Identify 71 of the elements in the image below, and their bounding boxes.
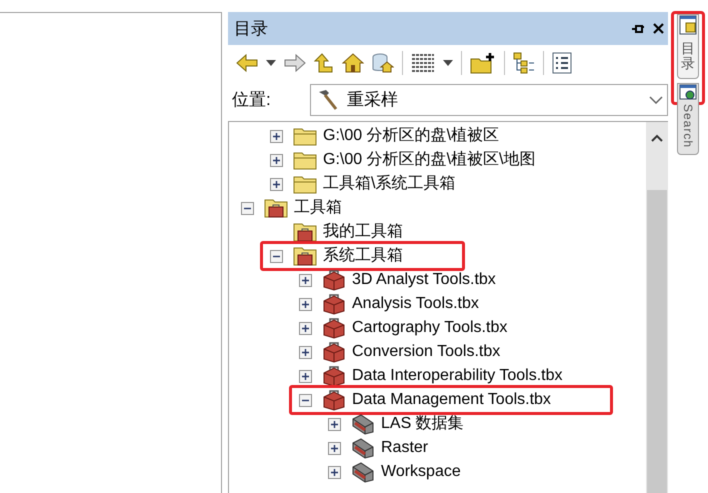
- pin-icon[interactable]: [631, 22, 645, 34]
- tree-item[interactable]: 工具箱\系统工具箱: [323, 172, 456, 196]
- tree-item[interactable]: Workspace: [381, 460, 461, 484]
- database-home-icon[interactable]: [372, 53, 394, 73]
- back-arrow-icon[interactable]: [236, 54, 258, 72]
- caret-icon[interactable]: [266, 60, 276, 66]
- location-combo[interactable]: 重采样: [310, 84, 668, 116]
- home-icon[interactable]: [342, 53, 364, 73]
- scroll-thumb[interactable]: [647, 190, 667, 493]
- details-list-icon[interactable]: [552, 52, 572, 74]
- tree-view-icon[interactable]: [513, 52, 535, 74]
- tree-item[interactable]: Data Management Tools.tbx: [352, 388, 551, 412]
- side-tab-label: Search: [680, 104, 696, 148]
- tree-item[interactable]: G:\00 分析区的盘\植被区\地图: [323, 148, 536, 172]
- toolbox-icon: [322, 365, 346, 387]
- tree-item[interactable]: 我的工具箱: [323, 220, 403, 244]
- folder-add-icon[interactable]: [470, 52, 496, 74]
- side-tab[interactable]: Search: [677, 82, 699, 155]
- tree-item[interactable]: LAS 数据集: [381, 412, 464, 436]
- expand-icon[interactable]: [270, 154, 283, 166]
- panel-title: 目录: [234, 18, 268, 40]
- toolbox-folder-icon: [264, 198, 288, 218]
- catalog-icon: [679, 15, 697, 35]
- folder-icon: [293, 126, 317, 146]
- toolbox-icon: [322, 293, 346, 315]
- toolset-icon: [351, 437, 375, 459]
- caret-icon[interactable]: [443, 60, 453, 66]
- expand-icon[interactable]: [299, 298, 312, 310]
- side-tab-label: 目录: [681, 41, 695, 72]
- expand-icon[interactable]: [299, 346, 312, 358]
- tree-item[interactable]: Data Interoperability Tools.tbx: [352, 364, 562, 388]
- toolbox-icon: [322, 317, 346, 339]
- collapse-icon[interactable]: [270, 250, 283, 262]
- toolset-icon: [351, 413, 375, 435]
- toolbox-icon: [322, 269, 346, 291]
- collapse-icon[interactable]: [241, 202, 254, 214]
- expand-icon[interactable]: [328, 442, 341, 454]
- tree-item[interactable]: 3D Analyst Tools.tbx: [352, 268, 496, 292]
- location-label: 位置:: [232, 89, 272, 112]
- expand-icon[interactable]: [270, 178, 283, 190]
- scroll-up-icon[interactable]: [651, 134, 663, 142]
- expand-icon[interactable]: [270, 130, 283, 142]
- expand-icon[interactable]: [299, 322, 312, 334]
- location-value: 重采样: [347, 89, 399, 112]
- toolbox-icon: [322, 341, 346, 363]
- folder-icon: [293, 150, 317, 170]
- toolbox-icon: [322, 389, 346, 411]
- toolbox-folder-icon: [293, 246, 317, 266]
- scrollbar[interactable]: [646, 122, 668, 493]
- expand-icon[interactable]: [299, 370, 312, 382]
- tree-item[interactable]: 工具箱: [294, 196, 342, 220]
- expand-icon[interactable]: [328, 418, 341, 430]
- expand-icon[interactable]: [328, 466, 341, 478]
- grid-view-icon[interactable]: [411, 53, 435, 73]
- collapse-icon[interactable]: [299, 394, 312, 406]
- forward-arrow-icon[interactable]: [284, 54, 306, 72]
- tree-item[interactable]: Conversion Tools.tbx: [352, 340, 500, 364]
- globe-icon: [679, 84, 697, 100]
- toolbox-folder-icon: [293, 222, 317, 242]
- tree-item[interactable]: G:\00 分析区的盘\植被区: [323, 124, 500, 148]
- expand-icon[interactable]: [299, 274, 312, 286]
- side-tab[interactable]: 目录: [677, 14, 699, 79]
- tree-item[interactable]: Analysis Tools.tbx: [352, 292, 479, 316]
- tree-item[interactable]: 系统工具箱: [323, 244, 403, 268]
- up-arrow-icon[interactable]: [314, 53, 334, 73]
- tree-item[interactable]: Cartography Tools.tbx: [352, 316, 508, 340]
- toolset-icon: [351, 461, 375, 483]
- folder-icon: [293, 174, 317, 194]
- tree-item[interactable]: Raster: [381, 436, 428, 460]
- chevron-down-icon[interactable]: [649, 96, 663, 104]
- close-icon[interactable]: [653, 23, 664, 34]
